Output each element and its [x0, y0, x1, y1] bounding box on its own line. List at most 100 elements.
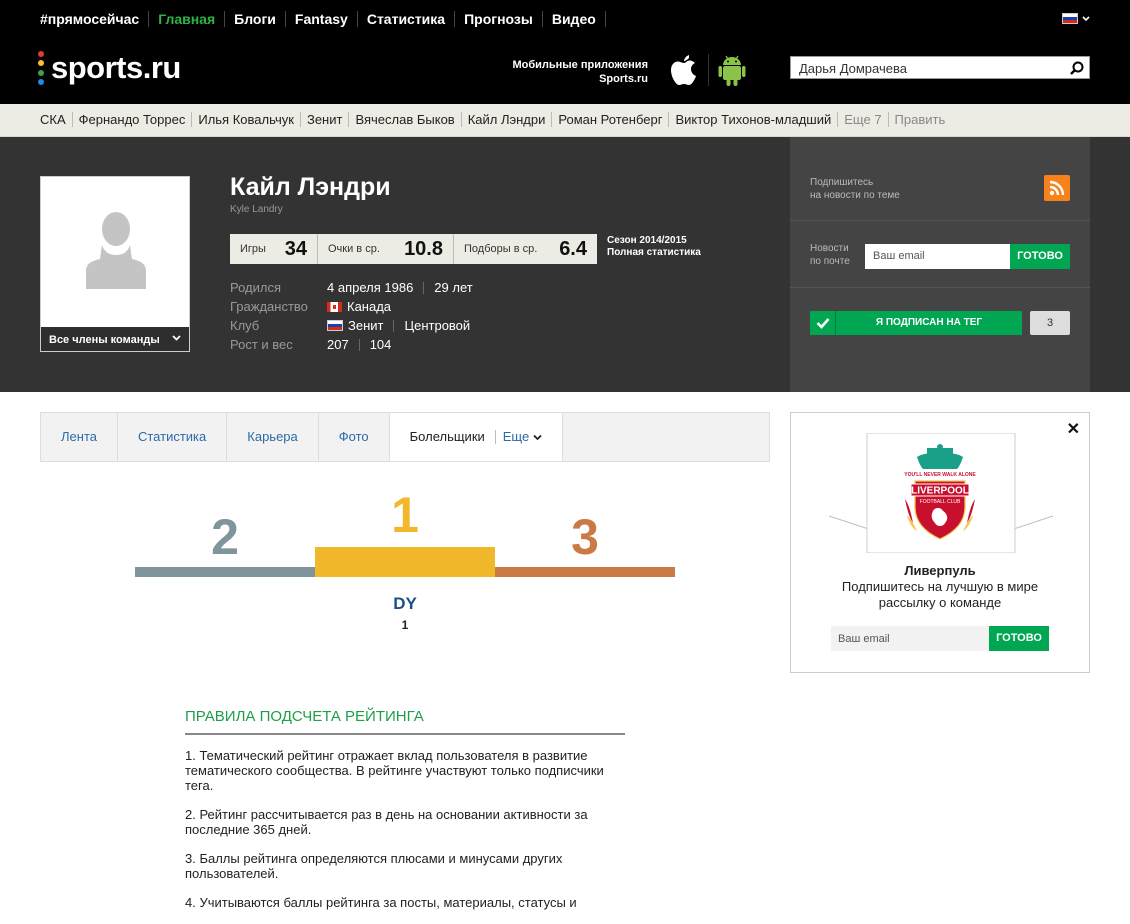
stat-points-value: 10.8: [404, 237, 443, 260]
fact-born: Родился 4 апреля 1986 29 лет: [230, 278, 473, 297]
stat-rebounds-value: 6.4: [559, 237, 587, 260]
subscribed-tag-button[interactable]: Я ПОДПИСАН НА ТЕГ: [810, 311, 1022, 335]
email-submit-button[interactable]: ГОТОВО: [1010, 244, 1070, 269]
fact-club-label: Клуб: [230, 318, 260, 333]
tabs-more-dropdown[interactable]: Еще: [494, 429, 542, 444]
top-nav-item-blogs[interactable]: Блоги: [225, 11, 286, 27]
fact-citizenship-label: Гражданство: [230, 299, 308, 314]
news-subscribe-line2: на новости по теме: [810, 190, 900, 201]
tag-link-landry[interactable]: Кайл Лэндри: [462, 112, 553, 127]
email-news-text: Новости по почте: [810, 242, 850, 268]
tag-link-rotenberg[interactable]: Роман Ротенберг: [552, 112, 670, 127]
promo-email-input[interactable]: Ваш email: [831, 626, 989, 651]
full-stats-link[interactable]: Полная статистика: [607, 247, 701, 259]
android-icon[interactable]: [716, 52, 748, 88]
fact-citizenship: Гражданство Канада: [230, 297, 473, 316]
tag-link-bykov[interactable]: Вячеслав Быков: [349, 112, 462, 127]
top-nav-item-live[interactable]: #прямосейчас: [36, 11, 150, 27]
player-name-latin: Kyle Landry: [230, 204, 283, 215]
svg-text:LIVERPOOL: LIVERPOOL: [911, 486, 969, 497]
news-subscribe-text: Подпишитесь на новости по теме: [810, 176, 900, 202]
rss-block: Подпишитесь на новости по теме: [790, 137, 1090, 221]
top-nav-item-predictions[interactable]: Прогнозы: [455, 11, 543, 27]
tab-feed[interactable]: Лента: [41, 413, 118, 461]
podium-place-1-number: 1: [391, 487, 419, 543]
citizenship-link[interactable]: Канада: [347, 297, 391, 316]
subscribed-tag-label: Я ПОДПИСАН НА ТЕГ: [836, 311, 1022, 335]
team-members-dropdown[interactable]: Все члены команды: [41, 327, 189, 351]
apps-label-line2: Sports.ru: [599, 73, 648, 85]
podium-winner-name[interactable]: DY: [135, 594, 675, 614]
avatar-placeholder-icon: [86, 212, 146, 289]
promo-submit-button[interactable]: ГОТОВО: [989, 626, 1049, 651]
tag-link-zenit[interactable]: Зенит: [301, 112, 350, 127]
team-members-label: Все члены команды: [49, 334, 160, 346]
club-link[interactable]: Зенит: [348, 316, 383, 335]
podium-place-2-number: 2: [211, 509, 239, 565]
tag-link-torres[interactable]: Фернандо Торрес: [73, 112, 193, 127]
podium-place-1-bar: [315, 547, 495, 577]
fact-born-label: Родился: [230, 280, 282, 295]
stat-rebounds: Подборы в ср. 6.4: [454, 234, 597, 264]
close-icon[interactable]: ✕: [1067, 419, 1080, 439]
fact-born-value: 4 апреля 1986 29 лет: [327, 278, 473, 297]
promo-team-name: Ливерпуль: [904, 563, 976, 578]
svg-text:FOOTBALL CLUB: FOOTBALL CLUB: [920, 499, 961, 505]
tab-fans[interactable]: Болельщики Еще: [389, 413, 563, 461]
stat-points: Очки в ср. 10.8: [318, 234, 454, 264]
svg-text:YOU'LL NEVER WALK ALONE: YOU'LL NEVER WALK ALONE: [904, 472, 976, 478]
season-info: Сезон 2014/2015 Полная статистика: [607, 235, 701, 259]
season-label: Сезон 2014/2015: [607, 235, 687, 246]
rss-icon[interactable]: [1044, 175, 1070, 201]
tab-photo[interactable]: Фото: [319, 413, 390, 461]
top-nav-item-home[interactable]: Главная: [149, 11, 226, 27]
email-input[interactable]: Ваш email: [865, 244, 1010, 269]
top-nav-item-stats[interactable]: Статистика: [358, 11, 456, 27]
apps-label-line1: Мобильные приложения: [512, 59, 648, 71]
profile-tabs: Лента Статистика Карьера Фото Болельщики…: [40, 412, 770, 462]
tag-link-kovalchuk[interactable]: Илья Ковальчук: [192, 112, 301, 127]
age: 29 лет: [434, 280, 473, 295]
player-height: 207: [327, 337, 349, 352]
apps-divider: [708, 54, 709, 86]
team-newsletter-promo: ✕ YOU'LL NEVER WALK ALONE LIVERPOOL FOOT…: [790, 412, 1090, 673]
rule-1: 1. Тематический рейтинг отражает вклад п…: [185, 748, 604, 793]
fans-rating-podium: 2 1 3 DY 1: [135, 487, 675, 640]
sports-ru-logo[interactable]: sports.ru: [38, 50, 181, 86]
player-name: Кайл Лэндри: [230, 173, 391, 201]
tabs-more-label: Еще: [502, 429, 530, 444]
tab-statistics[interactable]: Статистика: [118, 413, 228, 461]
rating-rules-text: 1. Тематический рейтинг отражает вклад п…: [185, 748, 625, 924]
top-nav-item-video[interactable]: Видео: [543, 11, 606, 27]
news-subscribe-line1: Подпишитесь: [810, 177, 874, 188]
chevron-down-icon: [533, 434, 542, 441]
top-nav-item-fantasy[interactable]: Fantasy: [286, 11, 358, 27]
language-selector[interactable]: [1062, 13, 1090, 24]
podium-winner-score: 1: [401, 618, 409, 632]
rule-3: 3. Баллы рейтинга определяются плюсами и…: [185, 851, 563, 881]
tag-link-tikhonov[interactable]: Виктор Тихонов-младший: [669, 112, 839, 127]
stat-points-label: Очки в ср.: [328, 243, 380, 255]
season-stats: Игры 34 Очки в ср. 10.8 Подборы в ср. 6.…: [230, 234, 597, 264]
fact-club-value: Зенит Центровой: [327, 316, 470, 335]
check-icon: [810, 311, 836, 335]
search-icon[interactable]: [1069, 60, 1085, 76]
tags-edit-link[interactable]: Править: [889, 112, 952, 127]
fact-club: Клуб Зенит Центровой: [230, 316, 473, 335]
apple-icon[interactable]: [668, 52, 700, 88]
tag-list: СКА Фернандо Торрес Илья Ковальчук Зенит…: [34, 112, 951, 127]
player-facts: Родился 4 апреля 1986 29 лет Гражданство…: [230, 278, 473, 354]
tab-career[interactable]: Карьера: [227, 413, 319, 461]
russia-flag-icon: [1062, 13, 1078, 24]
stat-games-value: 34: [284, 237, 307, 260]
email-news-line1: Новости: [810, 243, 849, 254]
rule-2: 2. Рейтинг рассчитывается раз в день на …: [185, 807, 588, 837]
canada-flag-icon: [327, 301, 342, 312]
tag-link-ska[interactable]: СКА: [34, 112, 73, 127]
tags-more-link[interactable]: Еще 7: [838, 112, 889, 127]
fact-height-weight-label: Рост и вес: [230, 337, 293, 352]
chevron-down-icon: [172, 335, 181, 341]
search-input[interactable]: Дарья Домрачева: [790, 56, 1090, 79]
top-nav-list: #прямосейчас Главная Блоги Fantasy Стати…: [36, 11, 606, 27]
subscribe-panel: Подпишитесь на новости по теме Новости п…: [790, 137, 1090, 392]
